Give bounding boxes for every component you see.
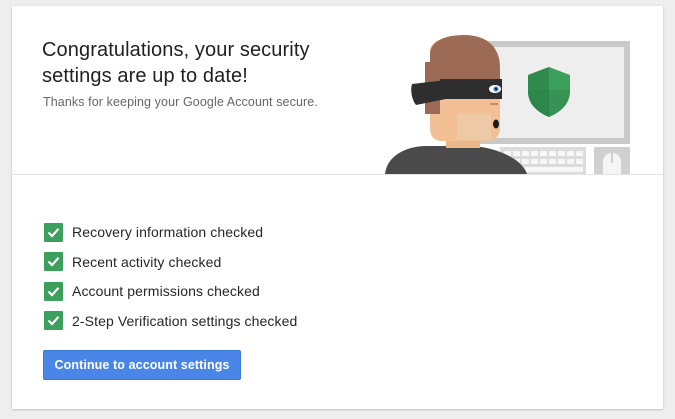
checklist-item-label: Recent activity checked [72,253,222,270]
card-header: Congratulations, your security settings … [12,6,663,175]
continue-to-account-settings-button[interactable]: Continue to account settings [43,350,241,380]
checkmark-icon [44,222,63,242]
checklist-item: Account permissions checked [44,281,297,301]
page-subtitle: Thanks for keeping your Google Account s… [43,95,318,109]
security-checkup-card: Congratulations, your security settings … [12,6,663,409]
checklist-item: Recovery information checked [44,222,297,242]
checkmark-icon [44,281,63,301]
security-checklist: Recovery information checked Recent acti… [44,222,297,340]
checklist-item-label: 2-Step Verification settings checked [72,312,298,329]
checklist-item-label: Account permissions checked [72,283,260,299]
page-title: Congratulations, your security settings … [42,39,310,87]
mouse-icon [594,147,630,174]
checkmark-icon [44,311,63,330]
checklist-item: 2-Step Verification settings checked [44,311,297,331]
checkmark-icon [44,252,63,271]
checklist-item: Recent activity checked [44,252,297,272]
checklist-item-label: Recovery information checked [72,224,264,240]
security-illustration [385,35,630,174]
